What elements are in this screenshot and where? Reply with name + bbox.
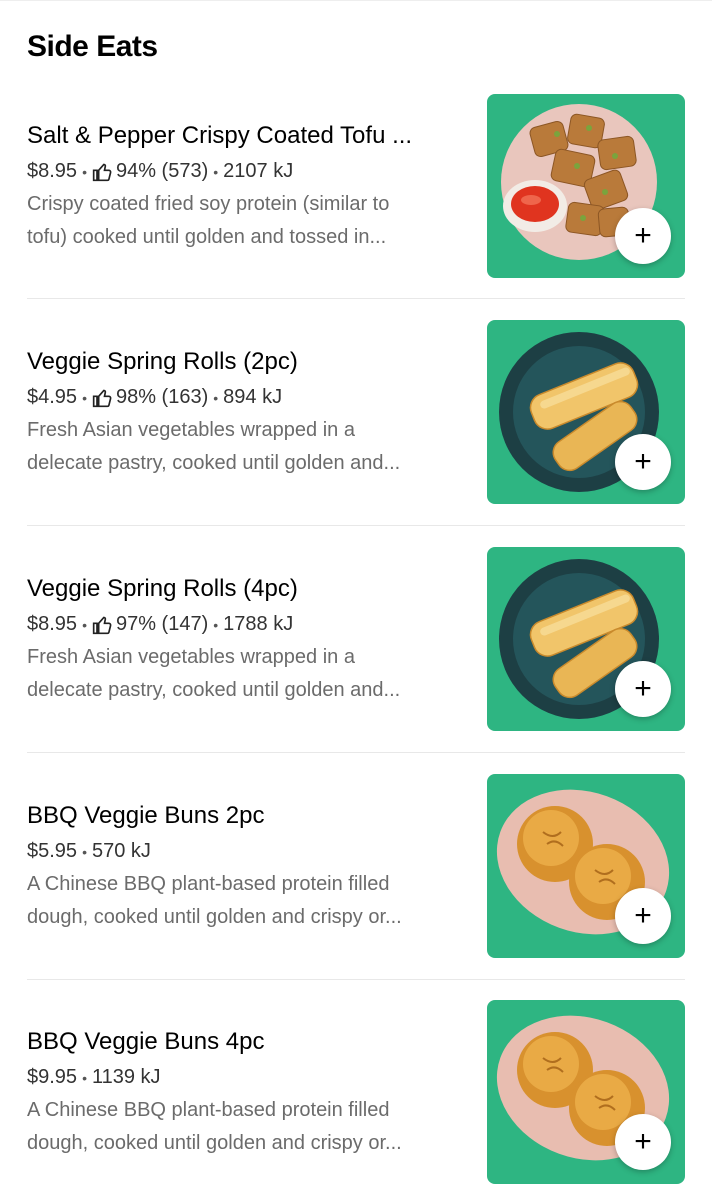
item-description: Fresh Asian vegetables wrapped in a dele…: [27, 414, 472, 480]
item-image[interactable]: +: [487, 94, 685, 278]
divider: [27, 298, 685, 299]
item-description: Crispy coated fried soy protein (similar…: [27, 188, 472, 254]
thumbs-up-icon: [92, 163, 112, 181]
item-description-line: dough, cooked until golden and crispy or…: [27, 1132, 402, 1154]
item-description: A Chinese BBQ plant-based protein filled…: [27, 868, 472, 934]
item-description-line: Fresh Asian vegetables wrapped in a: [27, 419, 355, 441]
item-energy: 894 kJ: [223, 386, 283, 408]
separator-dot: •: [213, 163, 219, 180]
item-image[interactable]: +: [487, 320, 685, 504]
item-description-line: Crispy coated fried soy protein (similar…: [27, 193, 390, 215]
item-energy: 1139 kJ: [91, 1066, 161, 1088]
menu-item[interactable]: Veggie Spring Rolls (4pc) $8.95 • 97% (1…: [27, 547, 685, 733]
item-meta: $4.95 • 98% (163) • 894 kJ: [27, 386, 282, 409]
item-meta: $9.95 • 1139 kJ: [27, 1066, 161, 1089]
item-rating: 97% (147): [115, 613, 209, 635]
item-name: Veggie Spring Rolls (4pc): [27, 575, 298, 602]
item-description-line: tofu) cooked until golden and tossed in.…: [27, 226, 387, 248]
item-description: Fresh Asian vegetables wrapped in a dele…: [27, 641, 472, 707]
divider: [27, 979, 685, 980]
separator-dot: •: [213, 389, 219, 406]
add-button[interactable]: +: [615, 1114, 671, 1170]
separator-dot: •: [82, 616, 87, 633]
item-description: A Chinese BBQ plant-based protein filled…: [27, 1094, 472, 1160]
item-price: $5.95: [27, 840, 78, 862]
separator-dot: •: [82, 1069, 87, 1086]
section-title: Side Eats: [27, 30, 158, 63]
item-image[interactable]: +: [487, 774, 685, 958]
item-name: Veggie Spring Rolls (2pc): [27, 348, 298, 375]
thumbs-up-icon: [92, 616, 112, 634]
menu-item[interactable]: Salt & Pepper Crispy Coated Tofu ... $8.…: [27, 94, 685, 280]
item-name: Salt & Pepper Crispy Coated Tofu ...: [27, 122, 413, 149]
item-image[interactable]: +: [487, 1000, 685, 1184]
item-rating: 94% (573): [115, 160, 209, 182]
add-button[interactable]: +: [615, 208, 671, 264]
menu-item[interactable]: BBQ Veggie Buns 2pc $5.95 • 570 kJ A Chi…: [27, 774, 685, 960]
separator-dot: •: [213, 616, 219, 633]
item-meta: $8.95 • 94% (573) • 2107 kJ: [27, 160, 293, 183]
add-button[interactable]: +: [615, 661, 671, 717]
item-description-line: A Chinese BBQ plant-based protein filled: [27, 873, 390, 895]
divider: [27, 525, 685, 526]
item-energy: 2107 kJ: [223, 160, 294, 182]
divider: [27, 752, 685, 753]
item-meta: $8.95 • 97% (147) • 1788 kJ: [27, 613, 293, 636]
thumbs-up-icon: [92, 389, 112, 407]
top-divider: [0, 0, 712, 1]
menu-item[interactable]: BBQ Veggie Buns 4pc $9.95 • 1139 kJ A Ch…: [27, 1000, 685, 1186]
add-button[interactable]: +: [615, 434, 671, 490]
item-meta: $5.95 • 570 kJ: [27, 840, 151, 863]
item-price: $4.95: [27, 386, 78, 408]
item-rating: 98% (163): [115, 386, 209, 408]
item-price: $8.95: [27, 613, 78, 635]
item-price: $9.95: [27, 1066, 78, 1088]
item-description-line: delecate pastry, cooked until golden and…: [27, 452, 401, 474]
separator-dot: •: [82, 843, 87, 860]
separator-dot: •: [82, 389, 87, 406]
add-button[interactable]: +: [615, 888, 671, 944]
item-name: BBQ Veggie Buns 4pc: [27, 1028, 265, 1055]
separator-dot: •: [82, 163, 87, 180]
item-description-line: A Chinese BBQ plant-based protein filled: [27, 1099, 390, 1121]
item-name: BBQ Veggie Buns 2pc: [27, 802, 265, 829]
menu-item[interactable]: Veggie Spring Rolls (2pc) $4.95 • 98% (1…: [27, 320, 685, 506]
item-image[interactable]: +: [487, 547, 685, 731]
item-energy: 1788 kJ: [223, 613, 294, 635]
item-description-line: dough, cooked until golden and crispy or…: [27, 906, 402, 928]
item-energy: 570 kJ: [91, 840, 151, 862]
item-description-line: Fresh Asian vegetables wrapped in a: [27, 646, 355, 668]
item-price: $8.95: [27, 160, 78, 182]
item-description-line: delecate pastry, cooked until golden and…: [27, 679, 401, 701]
